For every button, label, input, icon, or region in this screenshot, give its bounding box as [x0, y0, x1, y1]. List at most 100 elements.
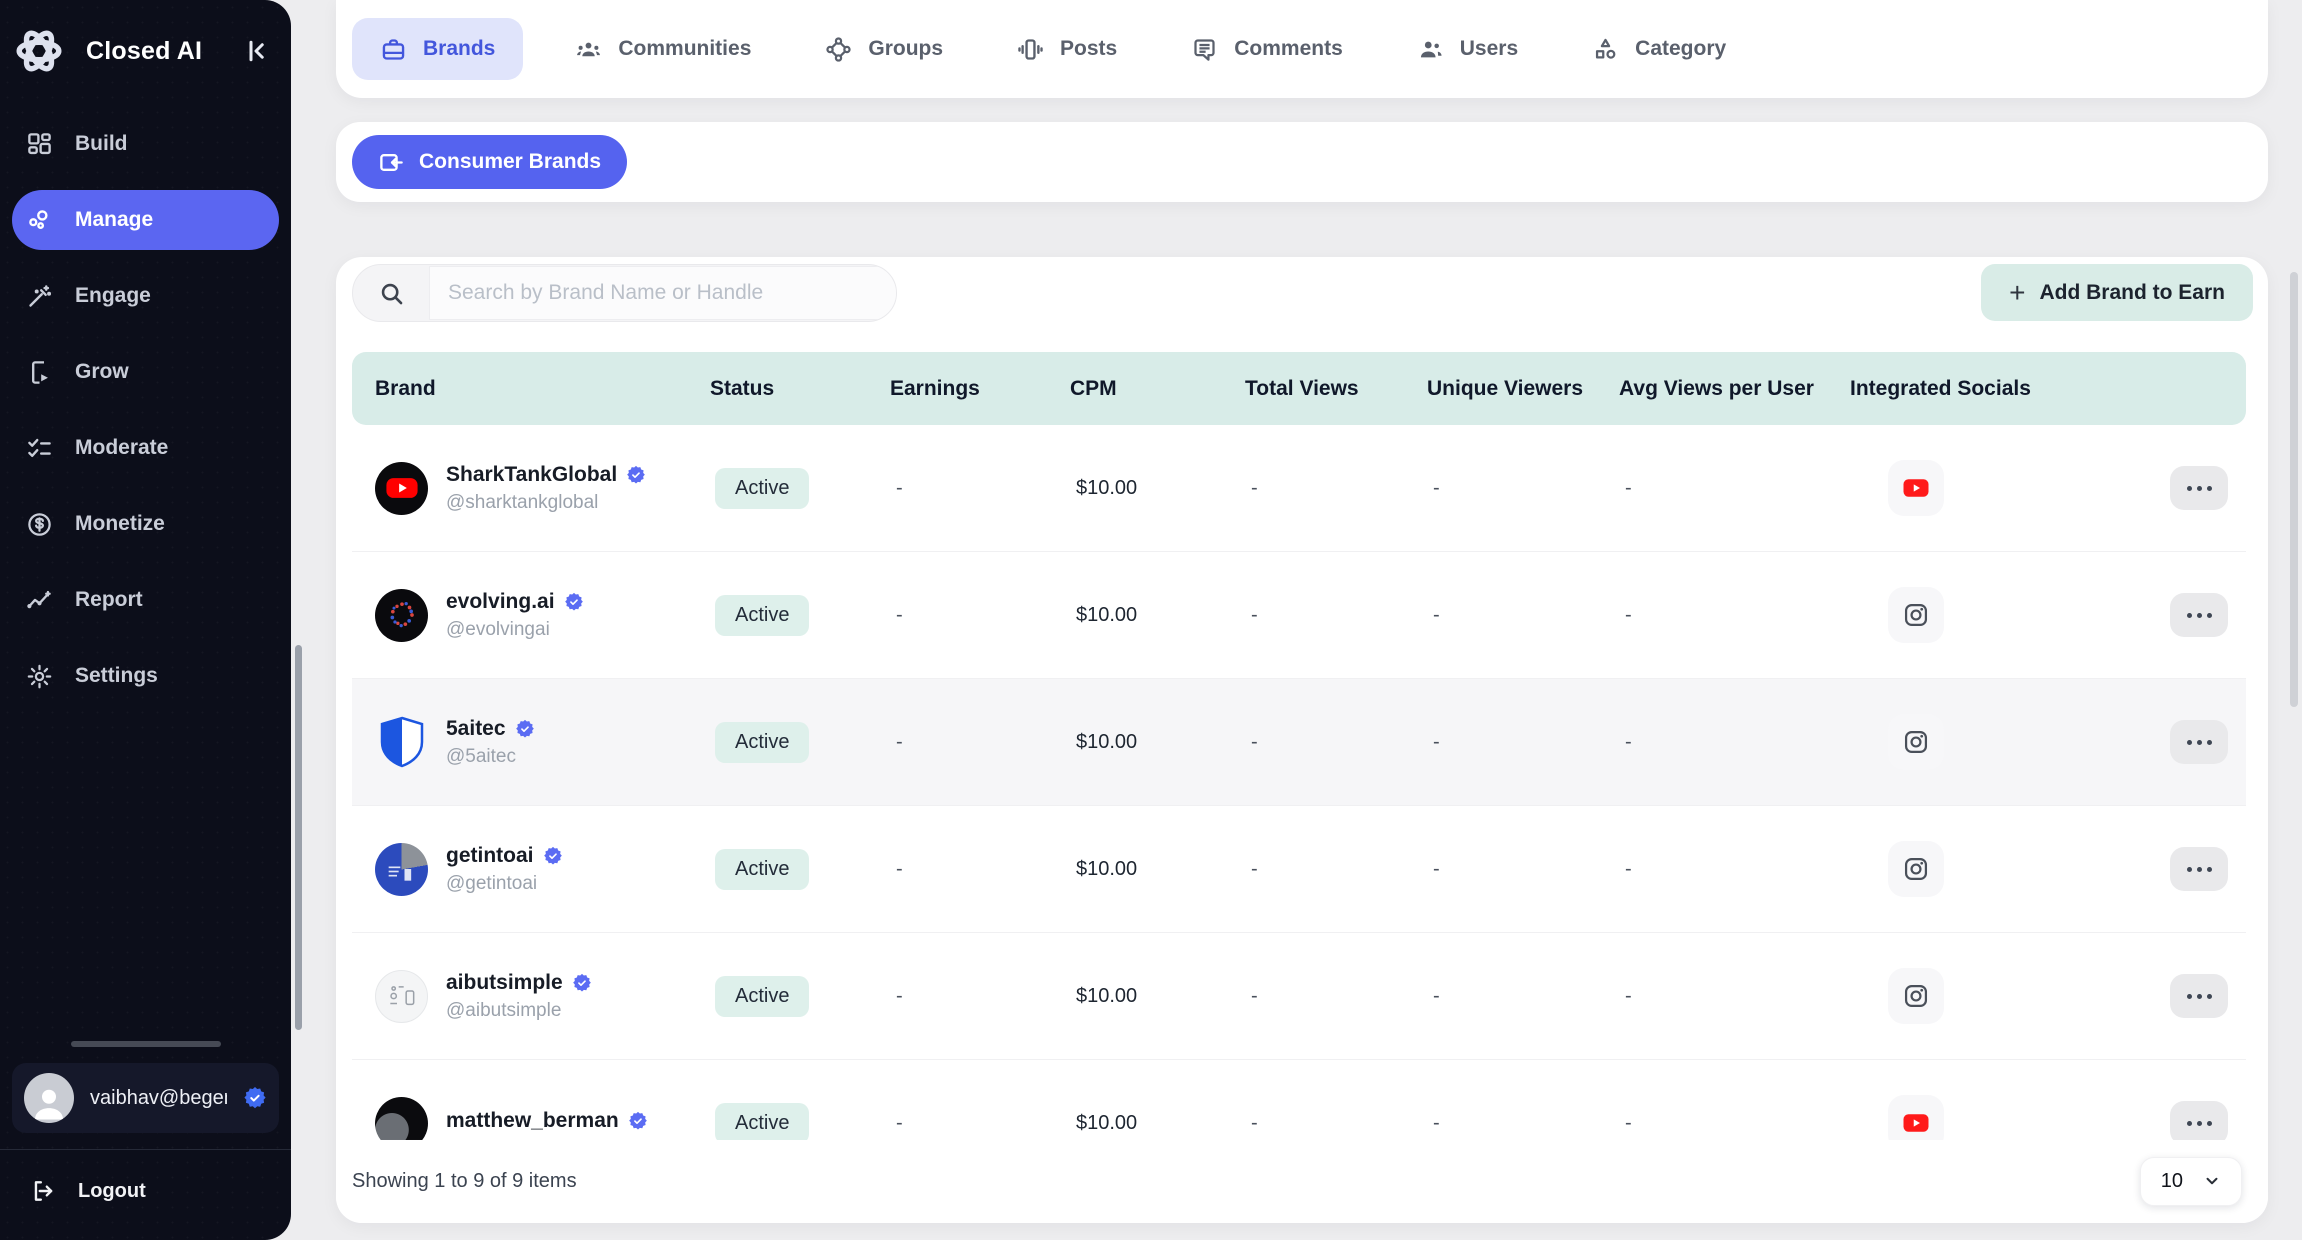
unique-viewers-value: - — [1404, 806, 1596, 932]
search-input[interactable] — [429, 266, 896, 320]
sidebar-scrollbar[interactable] — [295, 645, 302, 1030]
nodes-icon — [26, 207, 53, 234]
sidebar-item-report[interactable]: Report — [12, 570, 279, 630]
brand-avatar — [375, 1097, 428, 1141]
consumer-brands-label: Consumer Brands — [419, 150, 601, 174]
tab-comments[interactable]: Comments — [1179, 18, 1355, 80]
table-row[interactable]: SharkTankGlobal @sharktankglobal Active … — [352, 425, 2246, 552]
total-views-value: - — [1222, 552, 1404, 678]
page-size-select[interactable]: 10 — [2140, 1157, 2242, 1206]
cpm-value: $10.00 — [1047, 425, 1222, 551]
instagram-icon[interactable] — [1888, 714, 1944, 770]
sidebar-item-grow[interactable]: Grow — [12, 342, 279, 402]
avg-views-value: - — [1596, 425, 1827, 551]
verified-badge-icon — [243, 1086, 267, 1110]
total-views-value: - — [1222, 933, 1404, 1059]
table-row[interactable]: aibutsimple @aibutsimple Active - $10.00… — [352, 933, 2246, 1060]
tab-category[interactable]: Category — [1580, 18, 1738, 80]
page-scrollbar[interactable] — [2290, 272, 2298, 707]
search-icon — [353, 280, 429, 307]
brand-name: SharkTankGlobal — [446, 463, 617, 487]
row-more-button[interactable] — [2170, 720, 2228, 764]
collapse-sidebar-icon[interactable] — [241, 36, 271, 66]
column-header-integrated-socials: Integrated Socials — [1827, 377, 2107, 401]
sidebar-item-moderate[interactable]: Moderate — [12, 418, 279, 478]
brand-name: getintoai — [446, 844, 534, 868]
cpm-value: $10.00 — [1047, 552, 1222, 678]
tab-brands[interactable]: Brands — [352, 18, 523, 80]
logout-button[interactable]: Logout — [0, 1150, 291, 1240]
verified-badge-icon — [572, 973, 592, 993]
consumer-brands-button[interactable]: Consumer Brands — [352, 135, 627, 189]
row-more-button[interactable] — [2170, 466, 2228, 510]
avg-views-value: - — [1596, 679, 1827, 805]
trend-icon — [26, 587, 53, 614]
table-row[interactable]: evolving.ai @evolvingai Active - $10.00 … — [352, 552, 2246, 679]
sidebar-item-label: Grow — [75, 360, 129, 384]
page-size-value: 10 — [2161, 1170, 2183, 1193]
logout-label: Logout — [78, 1180, 146, 1203]
brand-avatar — [375, 970, 428, 1023]
plus-icon: + — [2009, 279, 2025, 307]
sidebar-item-build[interactable]: Build — [12, 114, 279, 174]
brand-handle: @evolvingai — [446, 619, 584, 641]
sidebar-item-engage[interactable]: Engage — [12, 266, 279, 326]
status-badge: Active — [715, 976, 809, 1017]
instagram-icon[interactable] — [1888, 968, 1944, 1024]
row-more-button[interactable] — [2170, 593, 2228, 637]
tab-label: Users — [1460, 37, 1518, 61]
verified-badge-icon — [626, 465, 646, 485]
tab-communities[interactable]: Communities — [563, 18, 763, 80]
app-title: Closed AI — [86, 37, 202, 66]
brand-handle: @5aitec — [446, 746, 535, 768]
table-row[interactable]: 5aitec @5aitec Active - $10.00 - - - — [352, 679, 2246, 806]
verified-badge-icon — [628, 1111, 648, 1131]
sidebar-grabber[interactable] — [71, 1041, 221, 1047]
sidebar-item-monetize[interactable]: Monetize — [12, 494, 279, 554]
verified-badge-icon — [564, 592, 584, 612]
column-header-avg-views: Avg Views per User — [1596, 377, 1827, 401]
briefcase-icon — [380, 36, 407, 63]
youtube-icon[interactable] — [1888, 1095, 1944, 1140]
column-header-unique-viewers: Unique Viewers — [1404, 377, 1596, 401]
sidebar-item-settings[interactable]: Settings — [12, 646, 279, 706]
brand-cell: matthew_berman — [352, 1060, 687, 1140]
sidebar-item-label: Manage — [75, 208, 153, 232]
tab-posts[interactable]: Posts — [1005, 18, 1129, 80]
brand-avatar — [375, 843, 428, 896]
row-more-button[interactable] — [2170, 1101, 2228, 1140]
column-header-status: Status — [687, 377, 867, 401]
table-body: SharkTankGlobal @sharktankglobal Active … — [352, 425, 2246, 1140]
instagram-icon[interactable] — [1888, 841, 1944, 897]
table-row[interactable]: getintoai @getintoai Active - $10.00 - -… — [352, 806, 2246, 933]
youtube-icon[interactable] — [1888, 460, 1944, 516]
brand-name: aibutsimple — [446, 971, 563, 995]
filter-bar: Consumer Brands — [336, 122, 2268, 202]
brand-name: evolving.ai — [446, 590, 555, 614]
table-row[interactable]: matthew_berman Active - $10.00 - - - — [352, 1060, 2246, 1140]
sidebar-item-label: Settings — [75, 664, 158, 688]
tab-groups[interactable]: Groups — [813, 18, 955, 80]
sidebar: Closed AI Build — [0, 0, 291, 1240]
earnings-value: - — [867, 806, 1047, 932]
tab-label: Posts — [1060, 37, 1117, 61]
column-header-brand: Brand — [352, 377, 687, 401]
brand-handle: @getintoai — [446, 873, 563, 895]
brand-cell: getintoai @getintoai — [352, 806, 687, 932]
brand-cell: evolving.ai @evolvingai — [352, 552, 687, 678]
brand-avatar — [375, 716, 428, 769]
brands-panel: + Add Brand to Earn Brand Status Earning… — [336, 257, 2268, 1223]
add-brand-to-earn-button[interactable]: + Add Brand to Earn — [1981, 264, 2253, 321]
row-more-button[interactable] — [2170, 847, 2228, 891]
chevron-down-icon — [2203, 1172, 2221, 1190]
earnings-value: - — [867, 425, 1047, 551]
sidebar-item-manage[interactable]: Manage — [12, 190, 279, 250]
user-card[interactable]: vaibhav@begenu... — [12, 1063, 279, 1133]
instagram-icon[interactable] — [1888, 587, 1944, 643]
top-tabs-bar: Brands Communities Groups — [336, 0, 2268, 98]
tab-users[interactable]: Users — [1405, 18, 1530, 80]
results-summary: Showing 1 to 9 of 9 items — [352, 1170, 577, 1193]
row-more-button[interactable] — [2170, 974, 2228, 1018]
brand-avatar — [375, 589, 428, 642]
column-header-total-views: Total Views — [1222, 377, 1404, 401]
